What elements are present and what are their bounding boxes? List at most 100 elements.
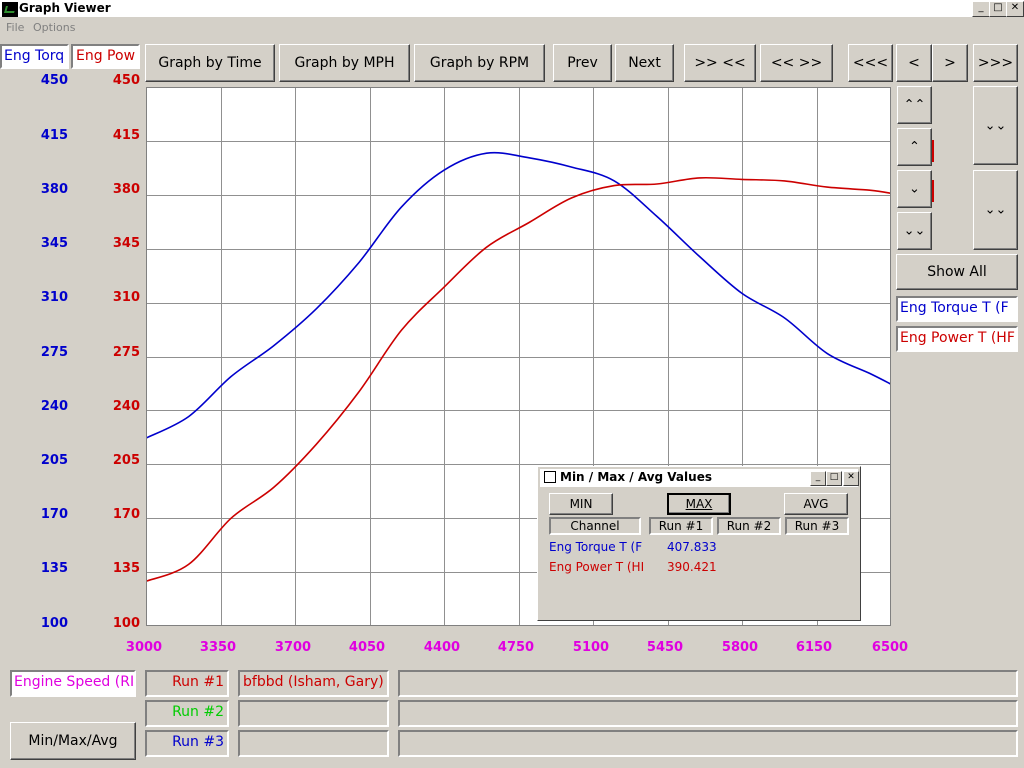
x-tick: 4750 bbox=[497, 640, 535, 655]
legend-power[interactable]: Eng Power T (HF bbox=[896, 326, 1018, 352]
min-button[interactable]: MIN bbox=[549, 493, 613, 515]
graph-by-time-button[interactable]: Graph by Time bbox=[145, 44, 275, 82]
run3-info-field[interactable] bbox=[398, 730, 1018, 757]
power-axis-marker bbox=[932, 180, 934, 202]
x-tick: 6150 bbox=[795, 640, 833, 655]
run2-info-field[interactable] bbox=[398, 700, 1018, 727]
col-header-run1: Run #1 bbox=[649, 517, 713, 535]
y-tick-left: 135 bbox=[40, 561, 68, 576]
power-axis-marker bbox=[932, 140, 934, 162]
y-tick-right: 240 bbox=[112, 399, 140, 414]
scroll-down-fast-label: ⌄⌄ bbox=[903, 223, 926, 239]
dialog-minimize-button[interactable]: _ bbox=[810, 471, 826, 486]
x-channel-field[interactable]: Engine Speed (RI bbox=[10, 670, 136, 697]
dialog-close-button[interactable]: ✕ bbox=[843, 471, 859, 486]
dialog-title: Min / Max / Avg Values bbox=[560, 470, 712, 484]
x-tick: 3700 bbox=[274, 640, 312, 655]
avg-label: AVG bbox=[803, 497, 829, 511]
y-tick-right: 310 bbox=[112, 290, 140, 305]
pan-down-fast-button-2[interactable]: ⌄⌄ bbox=[973, 170, 1018, 250]
y-tick-left: 240 bbox=[40, 399, 68, 414]
zoom-in-label: >> << bbox=[694, 55, 746, 71]
title-bar: Graph Viewer _ □ ✕ bbox=[0, 0, 1024, 18]
scroll-far-right-button[interactable]: >>> bbox=[973, 44, 1018, 82]
min-max-avg-button[interactable]: Min/Max/Avg bbox=[10, 722, 136, 760]
scroll-left-label: < bbox=[908, 55, 920, 71]
dialog-icon bbox=[544, 471, 556, 483]
col-header-run2: Run #2 bbox=[717, 517, 781, 535]
graph-by-mph-button[interactable]: Graph by MPH bbox=[279, 44, 410, 82]
y-tick-left: 345 bbox=[40, 236, 68, 251]
minimize-button[interactable]: _ bbox=[972, 1, 990, 17]
run1-info-field[interactable] bbox=[398, 670, 1018, 697]
pan-down-fast-button[interactable]: ⌄⌄ bbox=[973, 86, 1018, 165]
menu-file[interactable]: File bbox=[6, 21, 24, 34]
row-channel-power: Eng Power T (HI bbox=[549, 560, 645, 574]
scroll-right-button[interactable]: > bbox=[932, 44, 968, 82]
channel-tab-power[interactable]: Eng Pow bbox=[71, 44, 140, 69]
prev-button[interactable]: Prev bbox=[553, 44, 612, 82]
zoom-out-button[interactable]: << >> bbox=[760, 44, 833, 82]
y-tick-right: 415 bbox=[112, 128, 140, 143]
run1-name-field[interactable]: bfbbd (Isham, Gary) bbox=[238, 670, 389, 697]
y-tick-left: 380 bbox=[40, 182, 68, 197]
run3-label: Run #3 bbox=[145, 730, 229, 757]
scroll-left-button[interactable]: < bbox=[896, 44, 932, 82]
graph-by-rpm-label: Graph by RPM bbox=[429, 55, 530, 71]
pan-down-fast-label: ⌄⌄ bbox=[984, 118, 1007, 133]
min-max-avg-dialog: Min / Max / Avg Values _ □ ✕ MIN MAX AVG… bbox=[537, 466, 861, 621]
y-tick-left: 310 bbox=[40, 290, 68, 305]
y-tick-left: 450 bbox=[40, 73, 68, 88]
run3-name-field[interactable] bbox=[238, 730, 389, 757]
scroll-down-button[interactable]: ⌄ bbox=[897, 170, 932, 208]
zoom-out-label: << >> bbox=[770, 55, 823, 71]
legend-torque[interactable]: Eng Torque T (F bbox=[896, 296, 1018, 322]
max-label: MAX bbox=[685, 497, 713, 511]
run2-name-field[interactable] bbox=[238, 700, 389, 727]
y-tick-right: 135 bbox=[112, 561, 140, 576]
scroll-far-left-button[interactable]: <<< bbox=[848, 44, 893, 82]
app-icon bbox=[2, 2, 18, 17]
y-tick-left: 415 bbox=[40, 128, 68, 143]
graph-by-rpm-button[interactable]: Graph by RPM bbox=[414, 44, 545, 82]
dialog-maximize-button[interactable]: □ bbox=[826, 471, 842, 486]
show-all-label: Show All bbox=[927, 264, 987, 280]
y-tick-right: 100 bbox=[112, 616, 140, 631]
x-tick: 4050 bbox=[348, 640, 386, 655]
menu-options[interactable]: Options bbox=[33, 21, 75, 34]
y-tick-right: 275 bbox=[112, 345, 140, 360]
x-tick: 5800 bbox=[721, 640, 759, 655]
avg-button[interactable]: AVG bbox=[784, 493, 848, 515]
scroll-down-label: ⌄ bbox=[909, 181, 920, 197]
zoom-in-button[interactable]: >> << bbox=[684, 44, 756, 82]
x-tick: 5450 bbox=[646, 640, 684, 655]
scroll-far-right-label: >>> bbox=[977, 55, 1014, 71]
close-button[interactable]: ✕ bbox=[1006, 1, 1024, 17]
menu-bar: File Options bbox=[0, 19, 1024, 38]
maximize-button[interactable]: □ bbox=[989, 1, 1007, 17]
scroll-up-button[interactable]: ⌃ bbox=[897, 128, 932, 166]
y-tick-right: 345 bbox=[112, 236, 140, 251]
y-tick-left: 275 bbox=[40, 345, 68, 360]
next-button[interactable]: Next bbox=[615, 44, 674, 82]
x-tick: 3350 bbox=[199, 640, 237, 655]
y-tick-left: 100 bbox=[40, 616, 68, 631]
row-value-power-run1: 390.421 bbox=[667, 560, 717, 574]
scroll-up-label: ⌃ bbox=[909, 139, 920, 155]
dialog-title-bar: Min / Max / Avg Values _ □ ✕ bbox=[540, 469, 859, 487]
col-header-channel: Channel bbox=[549, 517, 641, 535]
scroll-down-fast-button[interactable]: ⌄⌄ bbox=[897, 212, 932, 250]
row-channel-torque: Eng Torque T (F bbox=[549, 540, 643, 554]
next-label: Next bbox=[628, 55, 661, 71]
scroll-right-label: > bbox=[944, 55, 956, 71]
max-button[interactable]: MAX bbox=[667, 493, 731, 515]
channel-tab-torque[interactable]: Eng Torq bbox=[0, 44, 69, 69]
col-header-run3: Run #3 bbox=[785, 517, 849, 535]
y-tick-left: 205 bbox=[40, 453, 68, 468]
y-tick-right: 380 bbox=[112, 182, 140, 197]
x-tick: 6500 bbox=[871, 640, 909, 655]
scroll-up-fast-button[interactable]: ⌃⌃ bbox=[897, 86, 932, 124]
min-max-avg-label: Min/Max/Avg bbox=[28, 733, 118, 749]
min-label: MIN bbox=[569, 497, 593, 511]
show-all-button[interactable]: Show All bbox=[896, 254, 1018, 290]
